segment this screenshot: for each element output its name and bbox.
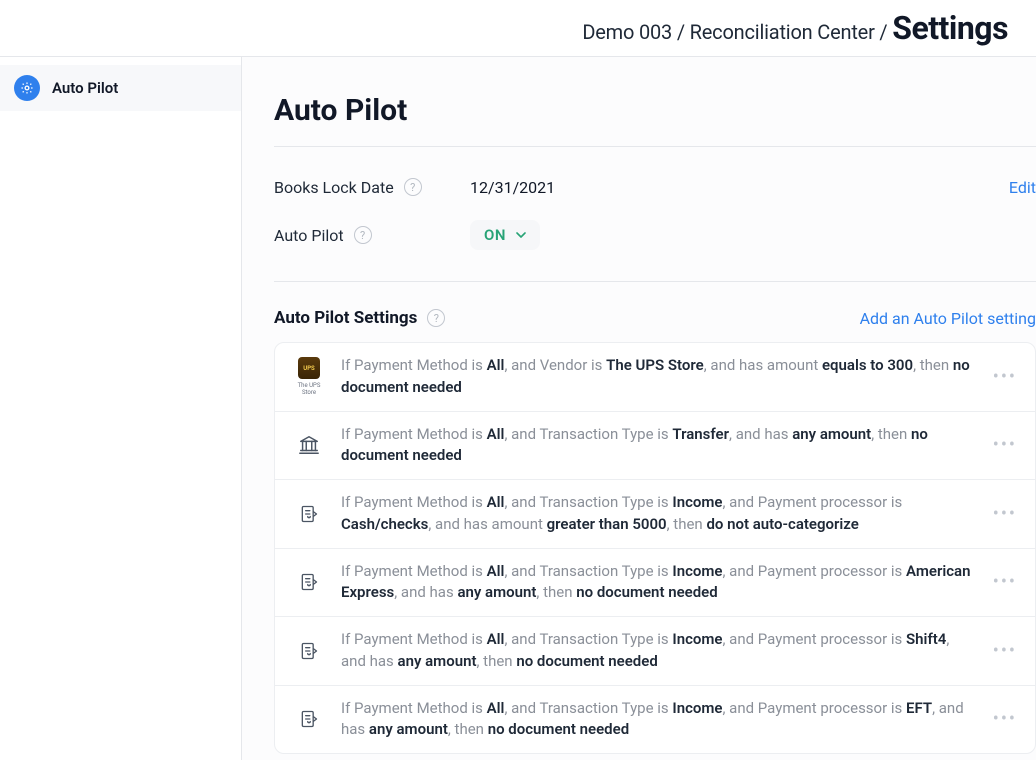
edit-button[interactable]: Edit <box>1009 178 1036 197</box>
auto-pilot-toggle-row: Auto Pilot ? ON <box>274 215 1036 255</box>
receipt-icon <box>295 705 323 733</box>
books-lock-date-row: Books Lock Date ? 12/31/2021 Edit <box>274 167 1036 207</box>
help-icon[interactable]: ? <box>404 178 422 196</box>
rule-row[interactable]: The UPS Store If Payment Method is All, a… <box>275 343 1035 412</box>
help-icon[interactable]: ? <box>354 226 372 244</box>
ups-icon: The UPS Store <box>295 363 323 391</box>
books-lock-date-label: Books Lock Date <box>274 178 394 197</box>
rule-row[interactable]: If Payment Method is All, and Transactio… <box>275 480 1035 549</box>
rule-row[interactable]: If Payment Method is All, and Transactio… <box>275 617 1035 686</box>
main-content: Auto Pilot Books Lock Date ? 12/31/2021 … <box>242 57 1036 760</box>
more-actions-button[interactable]: ••• <box>989 362 1021 391</box>
rule-description: If Payment Method is All, and Transactio… <box>341 424 1015 468</box>
general-settings: Books Lock Date ? 12/31/2021 Edit Auto P… <box>274 147 1036 282</box>
chevron-down-icon <box>516 232 526 238</box>
breadcrumb: Demo 003 / Reconciliation Center / Setti… <box>582 9 1008 47</box>
rule-description: If Payment Method is All, and Transactio… <box>341 698 1015 742</box>
rule-row[interactable]: If Payment Method is All, and Transactio… <box>275 412 1035 481</box>
rule-row[interactable]: If Payment Method is All, and Transactio… <box>275 686 1035 754</box>
breadcrumb-account[interactable]: Demo 003 <box>582 20 672 44</box>
page-title: Auto Pilot <box>274 93 1036 147</box>
receipt-icon <box>295 500 323 528</box>
receipt-icon <box>295 568 323 596</box>
gear-icon <box>14 75 40 101</box>
sidebar-item-label: Auto Pilot <box>52 79 118 97</box>
more-actions-button[interactable]: ••• <box>989 499 1021 528</box>
books-lock-date-value: 12/31/2021 <box>470 178 555 197</box>
rules-list: The UPS Store If Payment Method is All, a… <box>274 342 1036 754</box>
auto-pilot-settings-title: Auto Pilot Settings <box>274 308 417 328</box>
breadcrumb-section[interactable]: Reconciliation Center <box>690 20 875 44</box>
bank-icon <box>295 431 323 459</box>
more-actions-button[interactable]: ••• <box>989 705 1021 734</box>
help-icon[interactable]: ? <box>427 309 445 327</box>
top-bar: Demo 003 / Reconciliation Center / Setti… <box>0 0 1036 57</box>
receipt-icon <box>295 637 323 665</box>
rule-row[interactable]: If Payment Method is All, and Transactio… <box>275 549 1035 618</box>
rule-description: If Payment Method is All, and Vendor is … <box>341 355 1015 399</box>
more-actions-button[interactable]: ••• <box>989 636 1021 665</box>
auto-pilot-dropdown[interactable]: ON <box>470 220 540 250</box>
sidebar-item-auto-pilot[interactable]: Auto Pilot <box>0 65 241 111</box>
rule-description: If Payment Method is All, and Transactio… <box>341 561 1015 605</box>
rule-description: If Payment Method is All, and Transactio… <box>341 492 1015 536</box>
auto-pilot-label: Auto Pilot <box>274 226 344 245</box>
auto-pilot-settings-header: Auto Pilot Settings ? Add an Auto Pilot … <box>274 282 1036 342</box>
sidebar: Auto Pilot <box>0 57 242 760</box>
add-auto-pilot-setting-button[interactable]: Add an Auto Pilot setting <box>860 309 1036 328</box>
more-actions-button[interactable]: ••• <box>989 431 1021 460</box>
more-actions-button[interactable]: ••• <box>989 568 1021 597</box>
rule-description: If Payment Method is All, and Transactio… <box>341 629 1015 673</box>
auto-pilot-dropdown-value: ON <box>484 226 506 244</box>
breadcrumb-page: Settings <box>892 9 1008 47</box>
